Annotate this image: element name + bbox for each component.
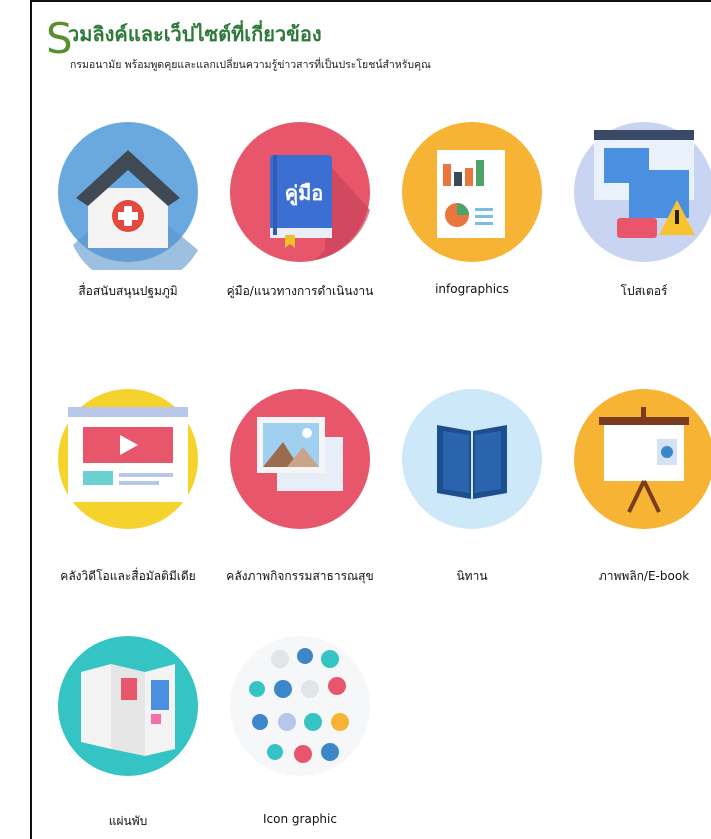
link-card-ebook[interactable]: ภาพพลิก/E-book — [559, 387, 711, 583]
card-label: ภาพพลิก/E-book — [598, 569, 690, 583]
card-label: โปสเตอร์ — [620, 284, 668, 298]
manual-book-icon: คู่มือ — [230, 122, 370, 262]
brochure-icon — [58, 636, 198, 776]
card-label: Icon graphic — [263, 812, 337, 826]
link-card-icon-graphic[interactable]: Icon graphic — [215, 634, 385, 826]
link-card-stories[interactable]: นิทาน — [387, 387, 557, 583]
presentation-board-icon — [574, 389, 711, 529]
house-medical-icon — [58, 122, 198, 270]
open-book-icon — [402, 389, 542, 529]
page-subtitle: กรมอนามัย พร้อมพูดคุยและแลกเปลี่ยนความรู… — [70, 59, 431, 71]
photo-gallery-icon — [230, 389, 370, 529]
content-frame: S วมลิงค์และเว็ปไซต์ที่เกี่ยวข้อง กรมอนา… — [30, 0, 711, 839]
link-card-photo-library[interactable]: คลังภาพกิจกรรมสาธารณสุข — [215, 387, 385, 583]
card-label: แผ่นพับ — [108, 814, 148, 828]
infographic-icon — [402, 122, 542, 262]
card-label: คลังวิดีโอและสื่อมัลติมีเดีย — [60, 569, 196, 583]
link-card-infographics[interactable]: infographics — [387, 120, 557, 300]
link-card-primary-care-media[interactable]: สื่อสนับสนุนปฐมภูมิ — [43, 120, 213, 300]
video-player-icon — [58, 389, 198, 529]
link-card-manual[interactable]: คู่มือ คู่มือ/แนวทางการดำเนินงาน — [215, 120, 385, 300]
book-cover-text: คู่มือ — [285, 181, 324, 207]
card-label: infographics — [435, 282, 509, 296]
poster-window-icon — [574, 122, 711, 262]
page-title: วมลิงค์และเว็ปไซต์ที่เกี่ยวข้อง — [68, 22, 322, 46]
card-label: นิทาน — [456, 569, 488, 583]
dental-icons-icon — [230, 636, 370, 776]
link-card-poster[interactable]: โปสเตอร์ — [559, 120, 711, 300]
card-label: คู่มือ/แนวทางการดำเนินงาน — [226, 284, 374, 298]
card-label: สื่อสนับสนุนปฐมภูมิ — [78, 284, 178, 298]
link-card-brochure[interactable]: แผ่นพับ — [43, 634, 213, 828]
card-label: คลังภาพกิจกรรมสาธารณสุข — [226, 569, 374, 583]
link-card-video-library[interactable]: คลังวิดีโอและสื่อมัลติมีเดีย — [43, 387, 213, 583]
